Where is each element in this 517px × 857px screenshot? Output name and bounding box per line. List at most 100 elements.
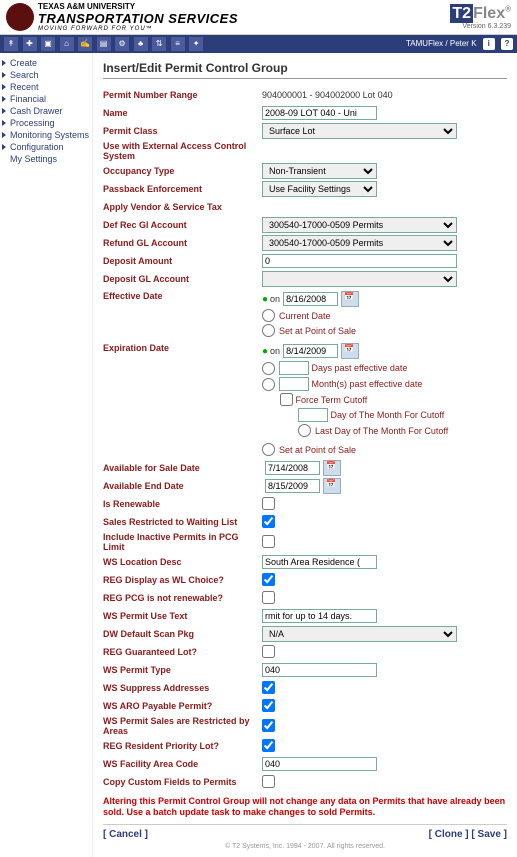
calendar-icon[interactable] [323,460,341,476]
chk-renewable[interactable] [262,497,275,510]
select-def-rec-gl[interactable]: 300540-17000-0509 Permits [262,217,457,233]
chk-reg-resident[interactable] [262,739,275,752]
input-deposit-amt[interactable] [262,254,457,268]
select-permit-class[interactable]: Surface Lot [262,123,457,139]
sidebar-item-my-settings[interactable]: My Settings [2,153,90,165]
active-indicator-icon: ● [262,294,268,305]
tb-icon-11[interactable]: ✦ [189,37,203,51]
radio-exp-months[interactable] [262,378,275,391]
lbl-use-ext-acs: Use with External Access Control System [103,141,262,161]
sidebar-item-create[interactable]: Create [2,57,90,69]
chk-ws-sales-area[interactable] [262,719,275,732]
input-ws-permit-use[interactable] [262,609,377,623]
sidebar-item-processing[interactable]: Processing [2,117,90,129]
chk-copy-custom[interactable] [262,775,275,788]
help-icon[interactable]: ? [501,38,513,50]
select-occupancy[interactable]: Non-Transient [262,163,377,179]
tb-icon-7[interactable]: ⚙ [115,37,129,51]
tb-icon-8[interactable]: ♣ [134,37,148,51]
chk-ws-aro[interactable] [262,699,275,712]
input-effective-date[interactable] [283,292,338,306]
lbl-ws-permit-use: WS Permit Use Text [103,611,262,621]
lbl-effective-date: Effective Date [103,289,262,301]
lbl-vendor-tax: Apply Vendor & Service Tax [103,202,262,212]
input-expiration-date[interactable] [283,344,338,358]
lbl-passback: Passback Enforcement [103,184,262,194]
warning-note: Altering this Permit Control Group will … [103,796,507,818]
input-days-past[interactable] [279,361,309,375]
input-avail-sale[interactable] [265,461,320,475]
calendar-icon[interactable] [341,343,359,359]
lbl-include-inactive: Include Inactive Permits in PCG Limit [103,532,262,552]
university-seal [6,3,34,31]
sidebar-item-search[interactable]: Search [2,69,90,81]
input-avail-end[interactable] [265,479,320,493]
radio-eff-pos[interactable] [262,324,275,337]
version-label: Version 6.3.239 [450,23,511,30]
sidebar-item-configuration[interactable]: Configuration [2,141,90,153]
lbl-reg-resident: REG Resident Priority Lot? [103,741,262,751]
input-name[interactable] [262,106,377,120]
user-info: TAMUFlex / Peter K [406,39,477,48]
opt-force-day: Day of The Month For Cutoff [331,410,445,420]
calendar-icon[interactable] [323,478,341,494]
select-dw-scan[interactable]: N/A [262,626,457,642]
opt-eff-current: Current Date [279,311,331,321]
save-button[interactable]: [ Save ] [471,829,507,840]
lbl-renewable: Is Renewable [103,499,262,509]
cancel-button[interactable]: [ Cancel ] [103,829,148,840]
input-ws-permit-type[interactable] [262,663,377,677]
sidebar-item-recent[interactable]: Recent [2,81,90,93]
lbl-avail-end: Available End Date [103,481,262,491]
opt-exp-on[interactable]: on [270,346,280,356]
opt-force-last: Last Day of The Month For Cutoff [315,426,448,436]
chk-reg-guaranteed[interactable] [262,645,275,658]
radio-eff-current[interactable] [262,309,275,322]
input-force-day[interactable] [298,408,328,422]
lbl-ws-suppress: WS Suppress Addresses [103,683,262,693]
sidebar-item-financial[interactable]: Financial [2,93,90,105]
clone-button[interactable]: [ Clone ] [429,829,469,840]
chk-reg-nonrenew[interactable] [262,591,275,604]
calendar-icon[interactable] [341,291,359,307]
lbl-occupancy: Occupancy Type [103,166,262,176]
lbl-dw-scan: DW Default Scan Pkg [103,629,262,639]
opt-eff-on[interactable]: on [270,294,280,304]
lbl-ws-fac-area: WS Facility Area Code [103,759,262,769]
select-refund-gl[interactable]: 300540-17000-0509 Permits [262,235,457,251]
input-months-past[interactable] [279,377,309,391]
chk-include-inactive[interactable] [262,535,275,548]
tb-icon-9[interactable]: ⇅ [152,37,166,51]
tb-icon-10[interactable]: ≡ [171,37,185,51]
input-ws-loc[interactable] [262,555,377,569]
sidebar-item-cash-drawer[interactable]: Cash Drawer [2,105,90,117]
tb-icon-5[interactable]: ✍ [78,37,92,51]
lbl-permit-class: Permit Class [103,126,262,136]
select-passback[interactable]: Use Facility Settings [262,181,377,197]
tb-icon-1[interactable]: ↟ [4,37,18,51]
input-ws-fac-area[interactable] [262,757,377,771]
radio-exp-pos[interactable] [262,443,275,456]
tb-icon-2[interactable]: ✚ [23,37,37,51]
chk-sales-wait[interactable] [262,515,275,528]
lbl-def-rec-gl: Def Rec Gl Account [103,220,262,230]
active-indicator-icon: ● [262,346,268,357]
radio-force-last[interactable] [298,424,311,437]
lbl-reg-nonrenew: REG PCG is not renewable? [103,593,262,603]
chk-reg-display[interactable] [262,573,275,586]
lbl-deposit-amt: Deposit Amount [103,256,262,266]
lbl-expiration-date: Expiration Date [103,341,262,353]
tb-icon-4[interactable]: ⌂ [60,37,74,51]
chk-ws-suppress[interactable] [262,681,275,694]
sidebar-item-monitoring[interactable]: Monitoring Systems [2,129,90,141]
opt-exp-days: Days past effective date [312,363,408,373]
radio-exp-days[interactable] [262,362,275,375]
tb-icon-6[interactable]: ▤ [97,37,111,51]
lbl-avail-sale: Available for Sale Date [103,463,262,473]
chk-force-term[interactable] [280,393,293,406]
select-deposit-gl[interactable] [262,271,457,287]
tb-icon-3[interactable]: ▣ [41,37,55,51]
footer-copyright: © T2 Systems, Inc. 1994 - 2007. All righ… [103,843,507,850]
info-icon[interactable]: i [483,38,495,50]
toolbar-icons: ↟ ✚ ▣ ⌂ ✍ ▤ ⚙ ♣ ⇅ ≡ ✦ [4,37,205,51]
